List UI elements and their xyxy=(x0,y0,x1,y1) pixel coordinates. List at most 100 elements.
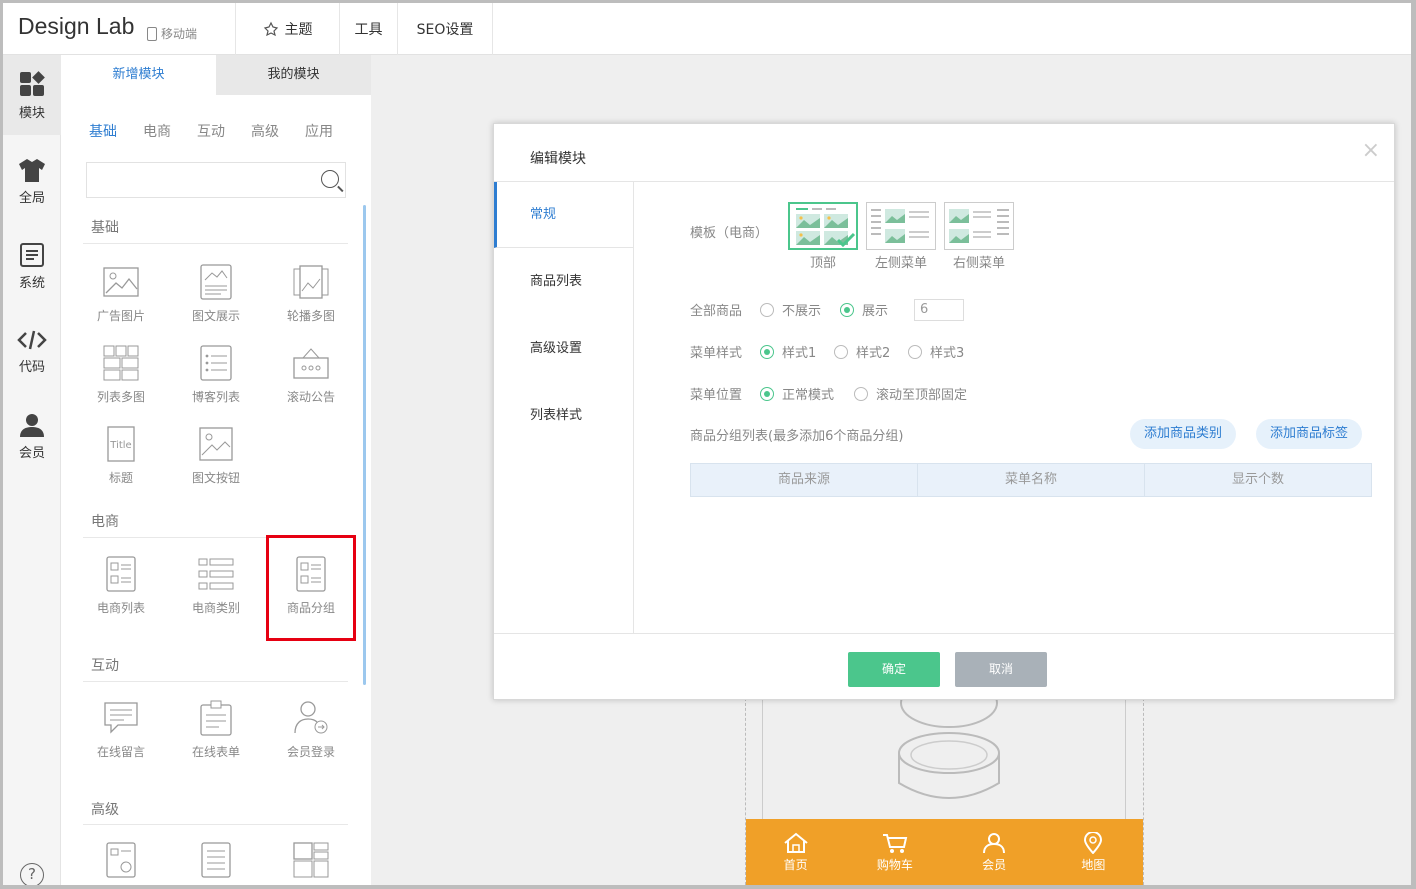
subtab-advanced[interactable]: 高级 xyxy=(251,121,279,141)
radio-circle xyxy=(760,302,774,317)
title-icon: Title xyxy=(107,426,135,462)
phone-nav-label: 购物车 xyxy=(876,857,913,872)
section-title-basic: 基础 xyxy=(91,220,119,236)
subtab-ecommerce[interactable]: 电商 xyxy=(143,121,171,141)
module-label: 图文按钮 xyxy=(191,471,240,485)
radio-style2[interactable]: 样式2 xyxy=(834,342,890,361)
tools-menu[interactable]: 工具 xyxy=(339,3,397,55)
leftbar-item-member[interactable]: 会员 xyxy=(3,396,61,476)
menu-position-label: 菜单位置 xyxy=(690,388,743,403)
dialog-tab-product-list[interactable]: 商品列表 xyxy=(494,249,634,315)
phone-nav-map[interactable]: 地图 xyxy=(1044,819,1143,885)
app-logo: Design Lab xyxy=(18,13,135,39)
mobile-icon xyxy=(147,26,157,41)
layout-icon xyxy=(293,842,329,878)
module-advanced-2[interactable] xyxy=(176,841,256,885)
module-title[interactable]: Title 标题 xyxy=(81,425,161,495)
template-top[interactable] xyxy=(788,202,858,250)
add-category-button[interactable]: 添加商品类别 xyxy=(1130,419,1237,449)
module-carousel[interactable]: 轮播多图 xyxy=(271,263,351,333)
module-notice[interactable]: 滚动公告 xyxy=(271,344,351,414)
module-list-images[interactable]: 列表多图 xyxy=(81,344,161,414)
radio-circle xyxy=(854,386,868,401)
module-member-login[interactable]: 会员登录 xyxy=(271,699,351,769)
radio-label: 正常模式 xyxy=(782,388,835,403)
module-ecommerce-list[interactable]: 电商列表 xyxy=(81,555,161,625)
subtab-basic[interactable]: 基础 xyxy=(89,121,117,141)
phone-nav-label: 地图 xyxy=(1081,857,1106,872)
subtab-interactive[interactable]: 互动 xyxy=(197,121,225,141)
template-right-menu[interactable] xyxy=(944,202,1014,250)
radio-label: 样式1 xyxy=(782,346,817,361)
module-label: 在线留言 xyxy=(96,745,145,759)
search-icon[interactable] xyxy=(321,170,339,188)
phone-nav-label: 首页 xyxy=(783,857,808,872)
tab-my-modules[interactable]: 我的模块 xyxy=(216,55,371,95)
phone-nav-home[interactable]: 首页 xyxy=(746,819,845,885)
cancel-button[interactable]: 取消 xyxy=(955,652,1047,687)
seo-menu[interactable]: SEO设置 xyxy=(397,3,493,55)
module-search-input[interactable] xyxy=(86,162,346,198)
module-online-form[interactable]: 在线表单 xyxy=(176,699,256,769)
dialog-side-nav: 常规 商品列表 高级设置 列表样式 xyxy=(494,182,634,633)
close-icon[interactable]: × xyxy=(1362,138,1380,163)
leftbar-item-code[interactable]: 代码 xyxy=(3,311,61,391)
module-online-message[interactable]: 在线留言 xyxy=(81,699,161,769)
radio-style1[interactable]: 样式1 xyxy=(760,342,816,361)
count-input[interactable]: 6 xyxy=(914,299,964,321)
panel-scrollbar[interactable] xyxy=(363,205,366,685)
radio-circle-checked xyxy=(840,302,854,317)
highlight-box xyxy=(266,535,356,641)
radio-label: 样式3 xyxy=(930,346,965,361)
dialog-tab-general[interactable]: 常规 xyxy=(494,182,634,248)
template-left-menu[interactable] xyxy=(866,202,936,250)
leftbar-item-modules[interactable]: 模块 xyxy=(3,55,61,135)
radio-style3[interactable]: 样式3 xyxy=(908,342,964,361)
dialog-title: 编辑模块 xyxy=(530,151,586,167)
radio-circle-checked xyxy=(760,386,774,401)
leftbar-item-global[interactable]: 全局 xyxy=(3,141,61,221)
help-icon[interactable]: ? xyxy=(20,863,44,885)
module-blog-list[interactable]: 博客列表 xyxy=(176,344,256,414)
divider xyxy=(83,243,348,244)
template-top-label: 顶部 xyxy=(809,256,836,271)
notice-icon xyxy=(293,348,329,379)
user-icon xyxy=(20,413,44,437)
module-label: 广告图片 xyxy=(96,309,145,323)
leftbar-item-system[interactable]: 系统 xyxy=(3,226,61,306)
tab-new-modules[interactable]: 新增模块 xyxy=(61,55,216,95)
phone-nav-label: 会员 xyxy=(982,857,1007,872)
svg-text:Title: Title xyxy=(109,440,131,451)
search-doc-icon xyxy=(106,842,136,878)
radio-hide[interactable]: 不展示 xyxy=(760,300,821,319)
dialog-tab-list-style[interactable]: 列表样式 xyxy=(494,383,634,449)
phone-nav-cart[interactable]: 购物车 xyxy=(845,819,944,885)
cart-icon xyxy=(882,833,908,853)
confirm-button[interactable]: 确定 xyxy=(848,652,940,687)
module-image-button[interactable]: 图文按钮 xyxy=(176,425,256,495)
phone-nav-member[interactable]: 会员 xyxy=(945,819,1044,885)
module-image-text[interactable]: 图文展示 xyxy=(176,263,256,333)
module-advanced-3[interactable] xyxy=(271,841,351,885)
dialog-tab-advanced[interactable]: 高级设置 xyxy=(494,316,634,382)
radio-show[interactable]: 展示 xyxy=(840,300,888,319)
module-category-tabs: 基础 电商 互动 高级 应用 xyxy=(89,121,333,141)
add-tag-button[interactable]: 添加商品标签 xyxy=(1256,419,1363,449)
theme-menu[interactable]: 主题 xyxy=(235,3,339,55)
template-top-icon xyxy=(796,208,856,248)
divider xyxy=(83,681,348,682)
shirt-icon xyxy=(19,158,45,182)
module-ad-image[interactable]: 广告图片 xyxy=(81,263,161,333)
template-right-icon xyxy=(949,209,1009,243)
code-icon xyxy=(17,330,47,349)
radio-normal-mode[interactable]: 正常模式 xyxy=(760,384,834,403)
subtab-apps[interactable]: 应用 xyxy=(305,121,333,141)
section-title-advanced: 高级 xyxy=(91,802,119,818)
module-label: 标题 xyxy=(108,471,133,485)
column-header-count: 显示个数 xyxy=(1231,472,1284,487)
blog-list-icon xyxy=(200,345,232,381)
radio-sticky-top[interactable]: 滚动至顶部固定 xyxy=(854,384,967,403)
module-advanced-1[interactable] xyxy=(81,841,161,885)
mobile-toggle[interactable]: 移动端 xyxy=(147,25,197,42)
module-ecommerce-category[interactable]: 电商类别 xyxy=(176,555,256,625)
